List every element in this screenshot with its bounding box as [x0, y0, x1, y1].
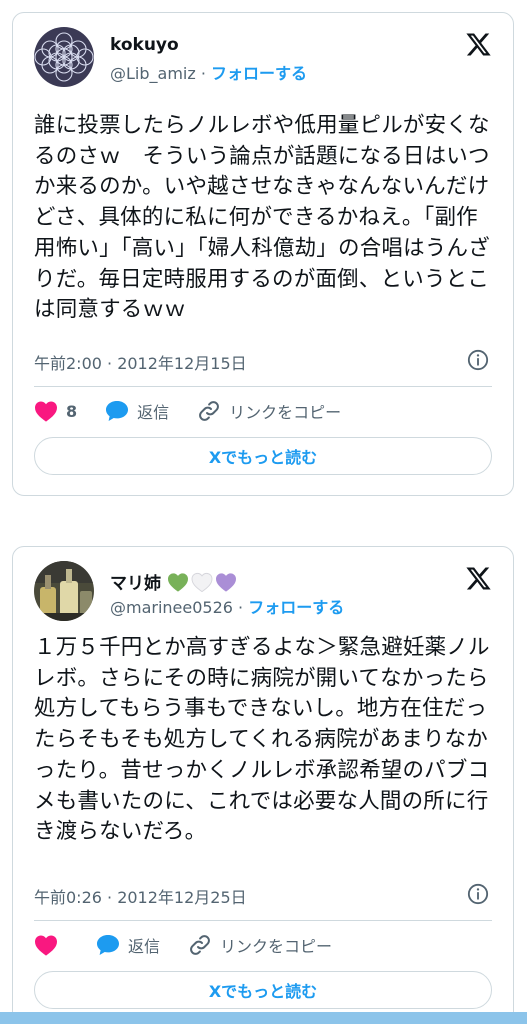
- tweet-text: 誰に投票したらノルレボや低用量ピルが安くなるのさｗ そういう論点が話題になる日は…: [34, 113, 490, 323]
- reply-button[interactable]: 返信: [105, 399, 169, 423]
- like-button[interactable]: 8: [34, 400, 77, 422]
- tweet-card: マリ姉 @marinee0526 · フォローする １万５千円とか高すぎるよな＞…: [12, 546, 514, 1024]
- follow-button[interactable]: フォローする: [211, 64, 307, 83]
- reply-button[interactable]: 返信: [96, 933, 160, 957]
- user-handle[interactable]: @marinee0526: [110, 598, 233, 617]
- purple-heart-icon: [216, 572, 236, 592]
- display-name[interactable]: マリ姉: [110, 569, 161, 594]
- separator: ·: [195, 64, 212, 83]
- reply-label: 返信: [128, 937, 161, 956]
- info-icon[interactable]: [467, 883, 489, 905]
- copy-link-label: リンクをコピー: [229, 403, 342, 422]
- read-more-button[interactable]: Xでもっと読む: [34, 971, 492, 1009]
- green-heart-icon: [168, 572, 188, 592]
- x-logo-icon[interactable]: [465, 565, 492, 592]
- copy-link-button[interactable]: リンクをコピー: [188, 933, 332, 957]
- timestamp[interactable]: 午前2:00 · 2012年12月15日: [34, 350, 247, 374]
- user-handle[interactable]: @Lib_amiz: [110, 64, 196, 83]
- heart-icon: [35, 401, 57, 422]
- like-count: 8: [66, 401, 78, 421]
- x-logo-icon[interactable]: [465, 31, 492, 58]
- read-more-button[interactable]: Xでもっと読む: [34, 437, 492, 475]
- avatar[interactable]: [34, 561, 94, 621]
- avatar[interactable]: [34, 27, 94, 87]
- reply-bubble-icon: [106, 401, 129, 421]
- timestamp[interactable]: 午前0:26 · 2012年12月25日: [34, 884, 247, 908]
- white-heart-icon: [191, 572, 213, 592]
- link-icon: [199, 401, 220, 421]
- copy-link-label: リンクをコピー: [220, 937, 333, 956]
- display-name[interactable]: kokuyo: [110, 35, 179, 55]
- like-button[interactable]: [34, 934, 66, 956]
- bottom-edge-bar: [0, 1012, 527, 1024]
- heart-icon: [35, 935, 57, 956]
- copy-link-button[interactable]: リンクをコピー: [197, 399, 341, 423]
- reply-bubble-icon: [97, 935, 119, 955]
- tweet-text: １万５千円とか高すぎるよな＞緊急避妊薬ノルレボ。さらにその時に病院が開いてなかっ…: [34, 635, 490, 845]
- info-icon[interactable]: [467, 349, 489, 371]
- separator: ·: [232, 598, 249, 617]
- divider: [34, 920, 492, 921]
- link-icon: [190, 935, 210, 955]
- divider: [34, 386, 492, 387]
- tweet-card: kokuyo @Lib_amiz · フォローする 誰に投票したらノルレボや低用…: [12, 12, 514, 496]
- reply-label: 返信: [137, 403, 170, 422]
- follow-button[interactable]: フォローする: [248, 598, 344, 617]
